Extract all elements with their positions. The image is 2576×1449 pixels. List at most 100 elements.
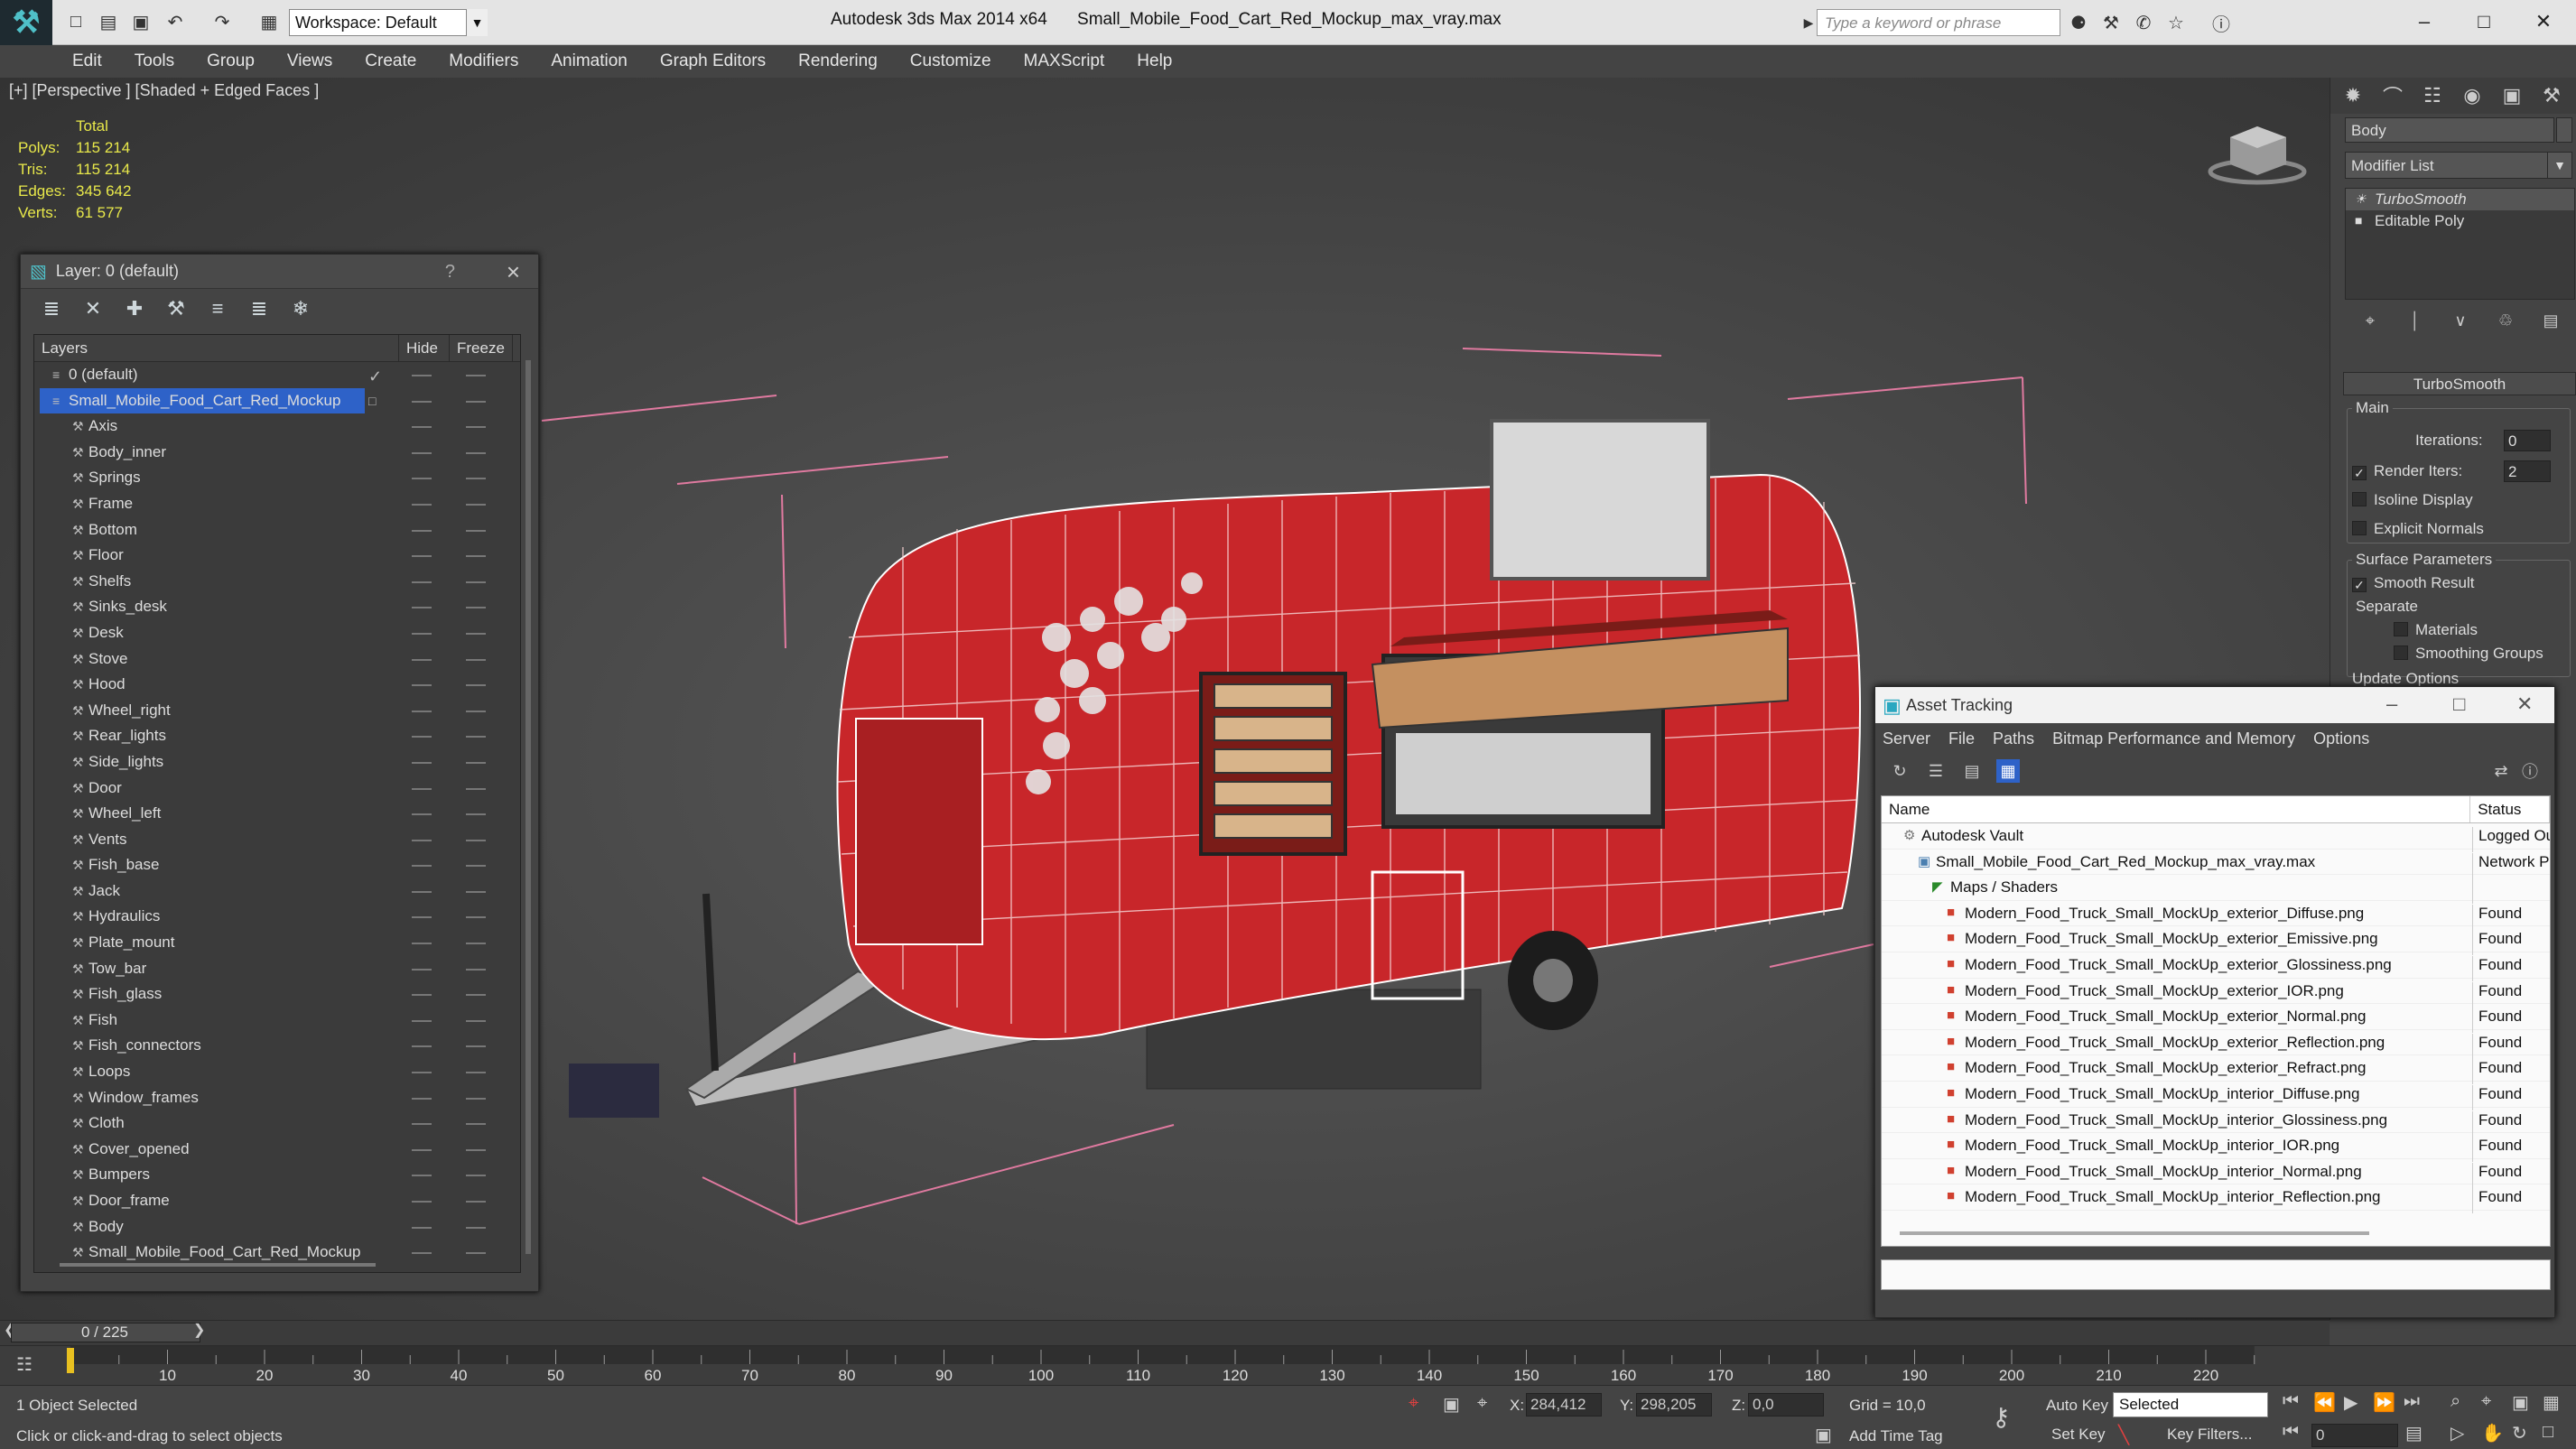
- hide-toggle[interactable]: [412, 503, 432, 506]
- go-to-start-icon[interactable]: ⏮: [2283, 1391, 2299, 1412]
- hide-toggle[interactable]: [412, 451, 432, 454]
- asset-tracking-title[interactable]: ▣ Asset Tracking – □ ✕: [1875, 687, 2554, 723]
- menu-views[interactable]: Views: [271, 45, 349, 78]
- layer-row[interactable]: ⚒ Plate_mount: [34, 930, 520, 956]
- menu-tools[interactable]: Tools: [118, 45, 191, 78]
- materials-checkbox[interactable]: Materials: [2394, 621, 2478, 639]
- smooth-result-checkbox[interactable]: ✓ Smooth Result: [2352, 574, 2475, 592]
- menu-animation[interactable]: Animation: [535, 45, 644, 78]
- freeze-toggle[interactable]: [466, 761, 486, 764]
- hide-toggle[interactable]: [412, 1097, 432, 1100]
- freeze-toggle[interactable]: [466, 968, 486, 971]
- subscription-icon[interactable]: ⚒: [2098, 11, 2124, 34]
- add-time-tag[interactable]: Add Time Tag: [1849, 1427, 1943, 1445]
- track-bar-background[interactable]: [70, 1346, 2255, 1364]
- col-status[interactable]: Status: [2470, 796, 2550, 822]
- hide-toggle[interactable]: [412, 400, 432, 403]
- stack-item-editable-poly[interactable]: ■ Editable Poly: [2346, 210, 2574, 232]
- lightbulb-icon[interactable]: ☀: [2355, 191, 2367, 207]
- layer-row[interactable]: ⚒ Jack: [34, 878, 520, 905]
- freeze-toggle[interactable]: [466, 1226, 486, 1229]
- hide-toggle[interactable]: [412, 787, 432, 790]
- layer-row[interactable]: ⚒ Wheel_right: [34, 698, 520, 724]
- key-icon[interactable]: ╲: [2118, 1424, 2129, 1446]
- freeze-toggle[interactable]: [466, 658, 486, 661]
- hide-toggle[interactable]: [412, 426, 432, 429]
- hide-toggle[interactable]: [412, 555, 432, 558]
- absolute-mode-icon[interactable]: ⌖: [1477, 1393, 1487, 1414]
- pan-icon[interactable]: ✋: [2481, 1422, 2504, 1444]
- layer-name[interactable]: Cloth: [88, 1114, 125, 1132]
- hide-toggle[interactable]: [412, 1045, 432, 1048]
- layer-row[interactable]: ⚒ Desk: [34, 620, 520, 646]
- layer-row[interactable]: ⚒ Fish: [34, 1008, 520, 1034]
- layer-name[interactable]: Frame: [88, 495, 133, 513]
- hide-toggle[interactable]: [412, 1072, 432, 1074]
- open-file-icon[interactable]: ▤: [96, 9, 121, 34]
- highlight-layer-icon[interactable]: ≡: [205, 296, 230, 321]
- layer-name[interactable]: Cover_opened: [88, 1140, 190, 1158]
- isolate-selection-icon[interactable]: ⌖: [1409, 1393, 1418, 1414]
- workspace-dropdown[interactable]: Workspace: Default: [289, 9, 488, 36]
- help-button[interactable]: ?: [445, 262, 455, 283]
- asset-name[interactable]: Small_Mobile_Food_Cart_Red_Mockup_max_vr…: [1936, 853, 2315, 871]
- communication-icon[interactable]: ✆: [2131, 11, 2156, 34]
- asset-row[interactable]: ■ Modern_Food_Truck_Small_MockUp_interior…: [1882, 1108, 2550, 1137]
- asset-row[interactable]: ⚙ Autodesk Vault Logged Ou: [1882, 823, 2550, 852]
- trailer-body[interactable]: [836, 419, 1862, 1041]
- save-file-icon[interactable]: ▣: [128, 9, 153, 34]
- hide-toggle[interactable]: [412, 1252, 432, 1255]
- close-button[interactable]: ✕: [2521, 4, 2566, 40]
- hide-all-layers-icon[interactable]: ≣: [246, 296, 272, 321]
- layer-name[interactable]: Fish_glass: [88, 985, 162, 1003]
- viewport-label[interactable]: [+] [Perspective ] [Shaded + Edged Faces…: [9, 81, 319, 100]
- asset-name[interactable]: Modern_Food_Truck_Small_MockUp_interior_…: [1965, 1188, 2381, 1206]
- minimize-button[interactable]: –: [2386, 692, 2397, 716]
- asset-row[interactable]: ■ Modern_Food_Truck_Small_MockUp_exterior…: [1882, 1004, 2550, 1034]
- col-name[interactable]: Name: [1882, 796, 2471, 822]
- checkbox-checked[interactable]: ✓: [2352, 466, 2367, 480]
- freeze-toggle[interactable]: [466, 684, 486, 687]
- asset-name[interactable]: Maps / Shaders: [1950, 878, 2058, 896]
- menu-server[interactable]: Server: [1883, 729, 1930, 748]
- hide-toggle[interactable]: [412, 375, 432, 376]
- project-folder-icon[interactable]: ▦: [256, 9, 282, 34]
- freeze-toggle[interactable]: [466, 581, 486, 583]
- layer-name[interactable]: Jack: [88, 882, 120, 900]
- freeze-toggle[interactable]: [466, 787, 486, 790]
- hide-toggle[interactable]: [412, 529, 432, 532]
- undo-icon[interactable]: ↶: [163, 9, 188, 34]
- col-layers[interactable]: Layers: [34, 335, 399, 361]
- layer-name[interactable]: Floor: [88, 546, 124, 564]
- asset-row[interactable]: ◤ Maps / Shaders: [1882, 875, 2550, 905]
- layer-name[interactable]: Window_frames: [88, 1089, 199, 1107]
- close-button[interactable]: ✕: [2516, 692, 2533, 716]
- create-tab-icon[interactable]: ✹: [2339, 82, 2367, 109]
- current-frame-field[interactable]: 0: [2311, 1424, 2398, 1447]
- isoline-display-checkbox[interactable]: Isoline Display: [2352, 491, 2473, 509]
- layer-row[interactable]: ⚒ Body: [34, 1214, 520, 1240]
- freeze-toggle[interactable]: [466, 632, 486, 635]
- hide-toggle[interactable]: [412, 1175, 432, 1177]
- maximize-button[interactable]: □: [2453, 692, 2465, 716]
- table-view-icon[interactable]: ▦: [1996, 759, 2020, 783]
- asset-row[interactable]: ■ Modern_Food_Truck_Small_MockUp_exterior…: [1882, 901, 2550, 930]
- layer-row[interactable]: ⚒ Door_frame: [34, 1188, 520, 1214]
- hierarchy-tab-icon[interactable]: ☷: [2419, 82, 2446, 109]
- next-frame-icon[interactable]: ❯: [193, 1321, 205, 1339]
- vertical-scrollbar[interactable]: [525, 360, 531, 1254]
- add-to-layer-icon[interactable]: ✚: [122, 296, 147, 321]
- hide-toggle[interactable]: [412, 813, 432, 816]
- freeze-toggle[interactable]: [466, 451, 486, 454]
- hide-toggle[interactable]: [412, 710, 432, 712]
- wheel[interactable]: [1508, 931, 1598, 1030]
- close-button[interactable]: ×: [507, 258, 520, 286]
- layer-name[interactable]: Body: [88, 1218, 124, 1236]
- lock-selection-icon[interactable]: ▣: [1443, 1393, 1460, 1416]
- layer-row[interactable]: ⚒ Bottom: [34, 517, 520, 543]
- hide-toggle[interactable]: [412, 1148, 432, 1151]
- asset-row[interactable]: ■ Modern_Food_Truck_Small_MockUp_exterior…: [1882, 1030, 2550, 1059]
- layer-name[interactable]: Tow_bar: [88, 960, 146, 978]
- object-color-swatch[interactable]: [2556, 117, 2572, 143]
- key-mode-icon[interactable]: ⏮: [2283, 1422, 2299, 1443]
